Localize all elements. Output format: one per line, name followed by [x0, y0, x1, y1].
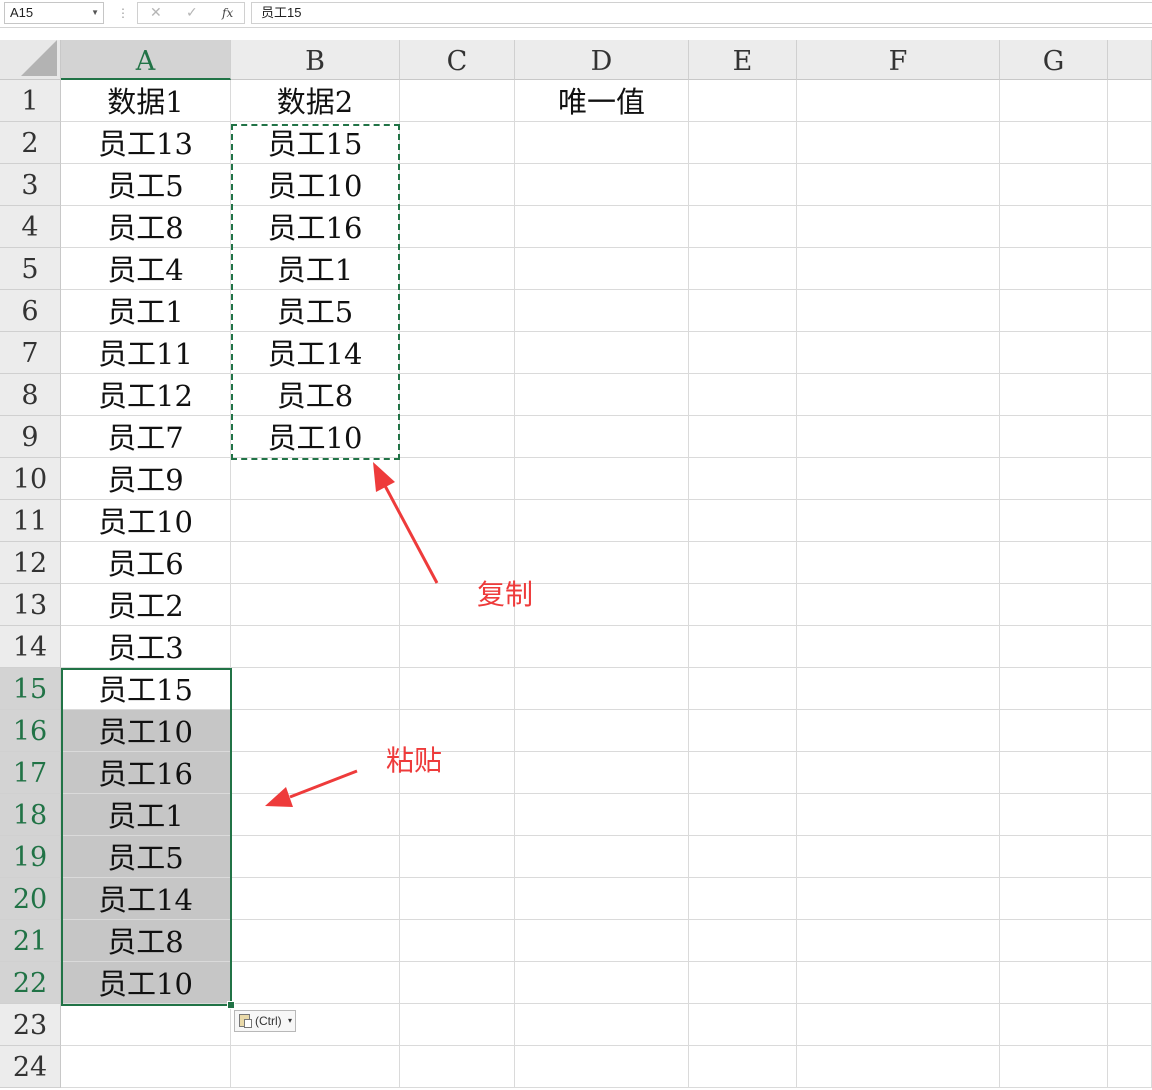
- paste-annotation: 粘贴: [386, 744, 443, 777]
- copy-arrow: [373, 462, 439, 584]
- paste-arrow: [265, 769, 358, 807]
- annotation-arrows: [265, 462, 439, 807]
- copy-annotation: 复制: [477, 578, 534, 611]
